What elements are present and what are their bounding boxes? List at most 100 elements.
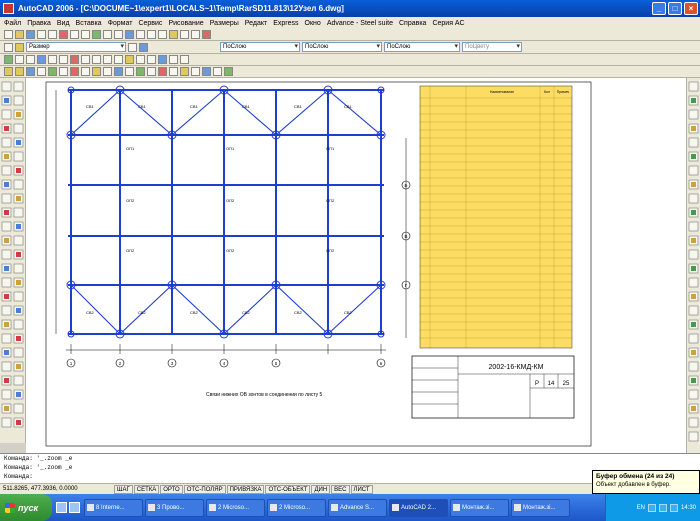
filter-icon[interactable] bbox=[202, 67, 211, 76]
linear-dim-icon[interactable] bbox=[4, 55, 13, 64]
menu-edit[interactable]: Правка bbox=[27, 20, 51, 27]
polar-toggle[interactable]: ОТС-ПОЛЯР bbox=[183, 484, 226, 494]
task-microsoft-2[interactable]: 2 Microso... bbox=[267, 498, 326, 517]
properties-icon[interactable] bbox=[169, 30, 178, 39]
otrack-toggle[interactable]: ОТС-ОБЪЕКТ bbox=[265, 484, 311, 494]
center-mark-icon[interactable] bbox=[147, 55, 156, 64]
preview-icon[interactable] bbox=[48, 30, 57, 39]
cut-icon[interactable] bbox=[59, 30, 68, 39]
weld-icon[interactable] bbox=[37, 67, 46, 76]
menu-file[interactable]: Файл bbox=[4, 20, 21, 27]
zoom-previous-icon[interactable] bbox=[158, 30, 167, 39]
clipboard-notification[interactable]: Буфер обмена (24 из 24) Объект добавлен … bbox=[592, 470, 700, 494]
linetype-select[interactable]: ПоСлою bbox=[302, 42, 382, 52]
dyn-toggle[interactable]: ДИН bbox=[311, 484, 331, 494]
zoom-window-icon[interactable] bbox=[147, 30, 156, 39]
drawing-svg[interactable]: CB1 CB1 CB1 CB1 CB1 CB1 CB2 CB2 CB2 CB2 CB2 CB2 … bbox=[26, 78, 686, 453]
show-desktop-icon[interactable] bbox=[56, 502, 67, 513]
selection-icon[interactable] bbox=[169, 67, 178, 76]
layer-state-icon[interactable] bbox=[15, 42, 24, 52]
menu-help[interactable]: Справка bbox=[399, 20, 426, 27]
snap-toggle[interactable]: ШАГ bbox=[114, 484, 133, 494]
drawing-icon[interactable] bbox=[147, 67, 156, 76]
save-icon[interactable] bbox=[26, 30, 35, 39]
connection-icon[interactable] bbox=[48, 67, 57, 76]
lineweight-select[interactable]: ПоСлою bbox=[384, 42, 460, 52]
layer-manager-icon[interactable] bbox=[4, 42, 13, 52]
list-icon[interactable] bbox=[224, 67, 233, 76]
diameter-dim-icon[interactable] bbox=[70, 55, 79, 64]
color-select[interactable]: ПоСлою bbox=[220, 42, 300, 52]
arc-length-icon[interactable] bbox=[26, 55, 35, 64]
section-icon[interactable] bbox=[81, 67, 90, 76]
minimize-button[interactable]: _ bbox=[652, 2, 666, 15]
ordinate-dim-icon[interactable] bbox=[37, 55, 46, 64]
model-paper-toggle[interactable]: ЛИСТ bbox=[350, 484, 373, 494]
leader-icon[interactable] bbox=[125, 55, 134, 64]
zoom-icon[interactable] bbox=[136, 30, 145, 39]
redo-icon[interactable] bbox=[114, 30, 123, 39]
numbering-icon[interactable] bbox=[114, 67, 123, 76]
mark-icon[interactable] bbox=[213, 67, 222, 76]
maximize-button[interactable]: □ bbox=[668, 2, 682, 15]
export-icon[interactable] bbox=[136, 67, 145, 76]
plate-icon[interactable] bbox=[15, 67, 24, 76]
new-icon[interactable] bbox=[4, 30, 13, 39]
menu-draw[interactable]: Рисование bbox=[168, 20, 203, 27]
match-properties-icon[interactable] bbox=[92, 30, 101, 39]
network-icon[interactable] bbox=[658, 503, 667, 512]
print-icon[interactable] bbox=[37, 30, 46, 39]
drawing-canvas[interactable]: CB1 CB1 CB1 CB1 CB1 CB1 CB2 CB2 CB2 CB2 CB2 CB2 … bbox=[26, 78, 686, 453]
beam-icon[interactable] bbox=[4, 67, 13, 76]
baseline-dim-icon[interactable] bbox=[103, 55, 112, 64]
menu-express[interactable]: Express bbox=[273, 20, 298, 27]
grid-toggle[interactable]: СЕТКА bbox=[133, 484, 160, 494]
menu-series-ac[interactable]: Серия АС bbox=[432, 20, 464, 27]
task-advance-steel[interactable]: Advance S... bbox=[328, 498, 387, 517]
jogged-dim-icon[interactable] bbox=[59, 55, 68, 64]
menu-modify[interactable]: Редакт bbox=[245, 20, 267, 27]
dim-text-edit-icon[interactable] bbox=[169, 55, 178, 64]
menu-tools[interactable]: Сервис bbox=[138, 20, 162, 27]
copy-icon[interactable] bbox=[70, 30, 79, 39]
menu-view[interactable]: Вид bbox=[57, 20, 70, 27]
menu-dimension[interactable]: Размеры bbox=[210, 20, 239, 27]
paste-icon[interactable] bbox=[81, 30, 90, 39]
clash-icon[interactable] bbox=[158, 67, 167, 76]
ucs-icon[interactable] bbox=[191, 67, 200, 76]
task-microsoft-1[interactable]: 2 Microso... bbox=[206, 498, 265, 517]
task-autocad[interactable]: AutoCAD 2... bbox=[389, 498, 448, 517]
dim-edit-icon[interactable] bbox=[158, 55, 167, 64]
tolerance-icon[interactable] bbox=[136, 55, 145, 64]
plotstyle-select[interactable]: ПоЦвету bbox=[462, 42, 522, 52]
task-internet-explorer[interactable]: 8 Interne... bbox=[84, 498, 143, 517]
start-button[interactable]: пуск bbox=[0, 494, 52, 521]
bolt-icon[interactable] bbox=[26, 67, 35, 76]
task-montazh-2[interactable]: Монтаж.зі... bbox=[511, 498, 570, 517]
open-icon[interactable] bbox=[15, 30, 24, 39]
ortho-toggle[interactable]: ОРТО bbox=[160, 484, 183, 494]
browser-icon[interactable] bbox=[69, 502, 80, 513]
undo-icon[interactable] bbox=[103, 30, 112, 39]
detail-icon[interactable] bbox=[92, 67, 101, 76]
layer-tool-icon[interactable] bbox=[180, 67, 189, 76]
continue-dim-icon[interactable] bbox=[114, 55, 123, 64]
aligned-dim-icon[interactable] bbox=[15, 55, 24, 64]
right-tools-icons[interactable] bbox=[687, 78, 700, 458]
dim-update-icon[interactable] bbox=[180, 55, 189, 64]
layer-previous-icon[interactable] bbox=[128, 42, 137, 52]
radius-dim-icon[interactable] bbox=[48, 55, 57, 64]
design-center-icon[interactable] bbox=[180, 30, 189, 39]
3d-view-icon[interactable] bbox=[70, 67, 79, 76]
help-icon[interactable] bbox=[202, 30, 211, 39]
color-icon[interactable] bbox=[139, 42, 148, 52]
lweight-toggle[interactable]: ВЕС bbox=[331, 484, 350, 494]
osnap-toggle[interactable]: ПРИВЯЗКА bbox=[226, 484, 265, 494]
quick-dim-icon[interactable] bbox=[92, 55, 101, 64]
pan-icon[interactable] bbox=[125, 30, 134, 39]
language-indicator[interactable]: EN bbox=[637, 505, 645, 511]
task-montazh-1[interactable]: Монтаж.зі... bbox=[450, 498, 509, 517]
check-icon[interactable] bbox=[125, 67, 134, 76]
bom-icon[interactable] bbox=[103, 67, 112, 76]
volume-icon[interactable] bbox=[647, 503, 656, 512]
